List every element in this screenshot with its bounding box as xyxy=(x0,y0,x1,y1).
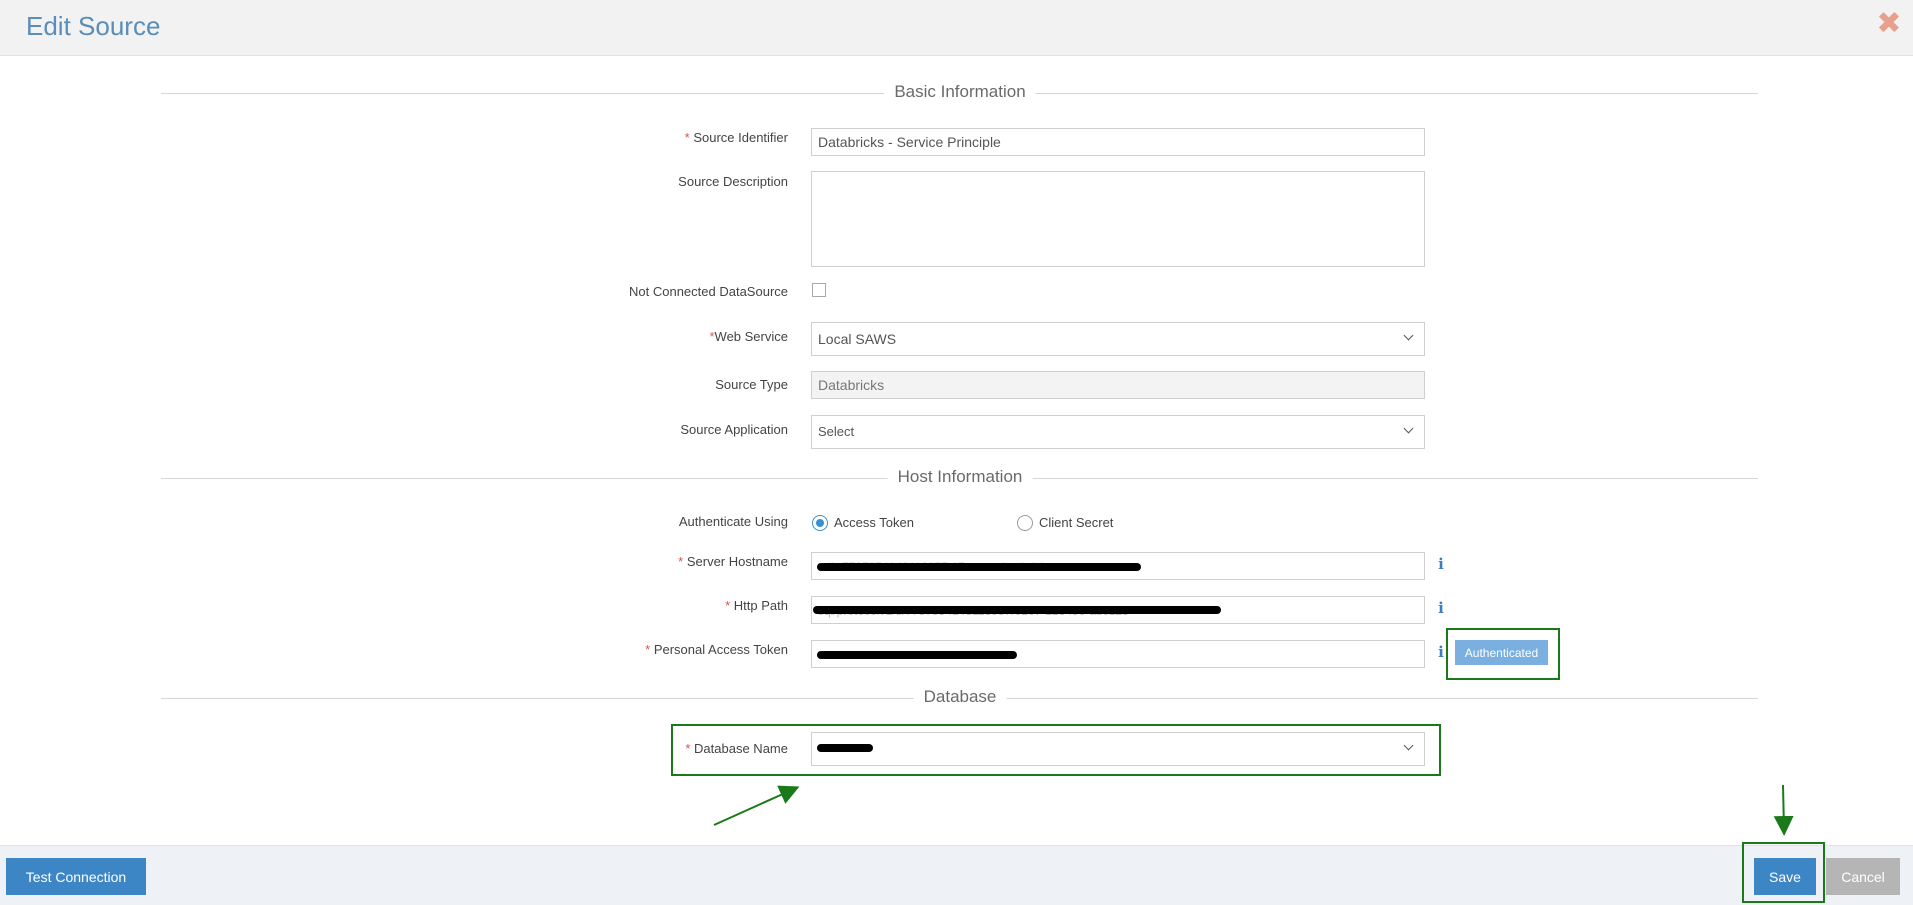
section-title-host: Host Information xyxy=(887,467,1033,487)
database-name-label: * Database Name xyxy=(685,741,788,756)
redaction-mark xyxy=(813,606,1221,614)
radio-client-secret-label: Client Secret xyxy=(1039,515,1114,530)
dialog-footer: Test Connection Save Cancel xyxy=(0,845,1913,905)
not-connected-checkbox[interactable] xyxy=(812,283,826,297)
personal-access-token-label: * Personal Access Token xyxy=(645,642,788,657)
test-connection-button[interactable]: Test Connection xyxy=(6,858,146,895)
authenticate-using-label: Authenticate Using xyxy=(678,514,788,529)
source-description-input[interactable] xyxy=(811,171,1425,267)
source-description-label: Source Description xyxy=(678,174,788,189)
http-path-label: * Http Path xyxy=(725,598,788,613)
cancel-button[interactable]: Cancel xyxy=(1826,858,1900,895)
http-path-info-icon[interactable]: i xyxy=(1436,600,1446,616)
web-service-value: Local SAWS xyxy=(818,331,897,347)
source-identifier-label: * Source Identifier xyxy=(684,130,788,145)
personal-access-token-info-icon[interactable]: i xyxy=(1436,644,1446,660)
arrow-to-save xyxy=(1773,784,1794,836)
source-type-input: Databricks xyxy=(811,371,1425,399)
arrow-to-database-name xyxy=(713,785,800,826)
close-icon[interactable]: ✖ xyxy=(1875,9,1903,39)
server-hostname-info-icon[interactable]: i xyxy=(1436,556,1446,572)
section-title-database: Database xyxy=(913,687,1007,707)
radio-access-token-label: Access Token xyxy=(834,515,914,530)
redaction-mark xyxy=(817,651,1017,659)
redaction-mark xyxy=(817,563,1141,571)
web-service-select[interactable]: Local SAWS xyxy=(811,322,1425,356)
server-hostname-label: * Server Hostname xyxy=(678,554,788,569)
radio-access-token[interactable] xyxy=(812,515,828,531)
source-application-label: Source Application xyxy=(680,422,788,437)
database-name-select[interactable] xyxy=(811,732,1425,766)
save-button[interactable]: Save xyxy=(1754,858,1816,895)
authenticated-button[interactable]: Authenticated xyxy=(1455,640,1548,665)
redaction-mark xyxy=(817,744,873,752)
source-type-value: Databricks xyxy=(818,377,885,393)
source-application-select[interactable]: Select xyxy=(811,415,1425,449)
source-identifier-input[interactable] xyxy=(811,128,1425,156)
source-application-value: Select xyxy=(818,424,855,439)
not-connected-label: Not Connected DataSource xyxy=(629,284,788,299)
dialog-title: Edit Source xyxy=(26,11,161,41)
radio-client-secret[interactable] xyxy=(1017,515,1033,531)
section-title-basic: Basic Information xyxy=(884,82,1036,102)
web-service-label: *Web Service xyxy=(709,329,788,344)
dialog-header: Edit Source ✖ xyxy=(0,0,1913,56)
source-type-label: Source Type xyxy=(715,377,788,392)
